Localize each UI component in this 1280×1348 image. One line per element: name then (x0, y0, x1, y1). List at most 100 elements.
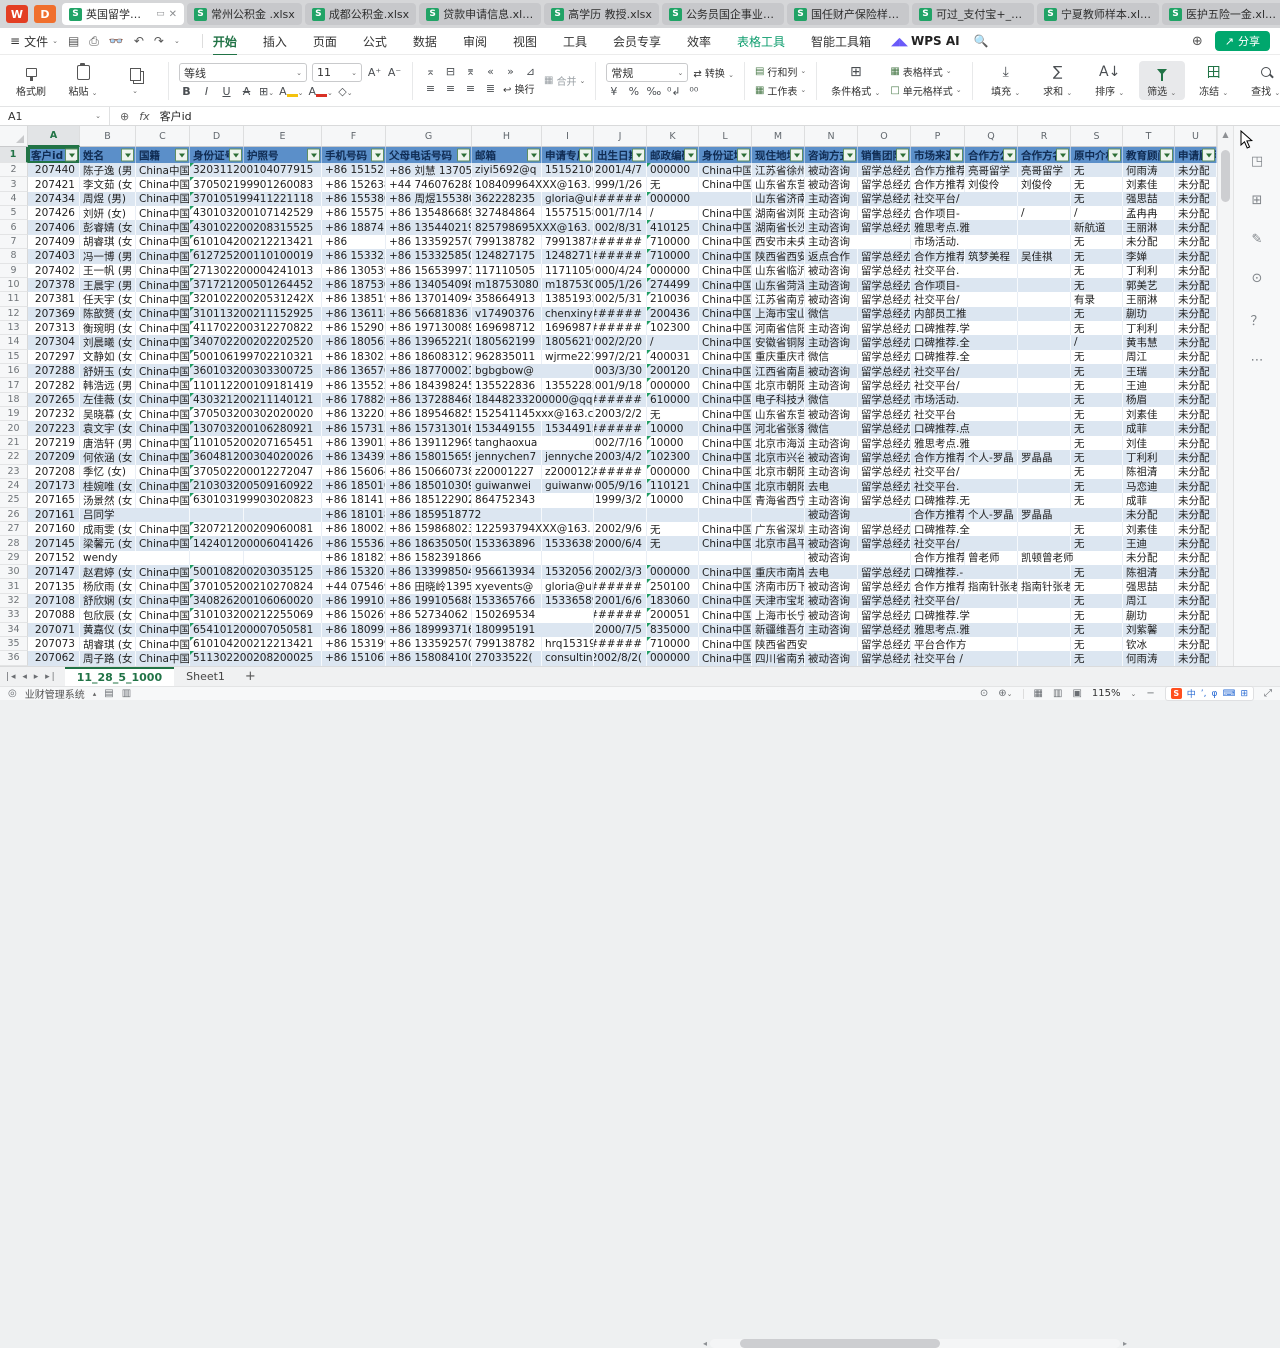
panel-grid-icon[interactable]: ⊞ (1252, 193, 1263, 208)
cell[interactable]: 无 (1071, 623, 1123, 637)
column-header-G[interactable]: G (386, 126, 472, 147)
cell[interactable]: 口碑推荐.学 (911, 321, 965, 335)
cell[interactable]: 无 (1071, 436, 1123, 450)
cell[interactable]: 153449155 (472, 421, 542, 435)
cell[interactable]: 李婵 (1123, 249, 1175, 263)
cell[interactable]: China中国 (136, 594, 190, 608)
cell[interactable]: consulting (542, 651, 594, 665)
cell[interactable]: 1999/3/2 (594, 493, 647, 507)
cell[interactable]: China中国 (699, 421, 752, 435)
cell[interactable] (965, 393, 1018, 407)
cell[interactable]: 去电 (805, 565, 858, 579)
cell[interactable]: +86 19910568 (322, 594, 386, 608)
cell[interactable]: 重庆重庆市 (752, 350, 805, 364)
cell[interactable]: 无 (1071, 350, 1123, 364)
cell[interactable]: wjrme221@ (542, 350, 594, 364)
cell[interactable] (1018, 623, 1071, 637)
cell[interactable]: 周子路 (女 (80, 651, 136, 665)
cell[interactable] (1018, 493, 1071, 507)
panel-layout-icon[interactable]: ◳ (1251, 154, 1263, 169)
cell[interactable]: 亮哥留学 (1018, 163, 1071, 177)
cell[interactable]: 留学总经办 (858, 249, 911, 263)
cell[interactable]: China中国 (136, 163, 190, 177)
cell[interactable]: +86 15320563 (322, 565, 386, 579)
cell[interactable]: China中国 (136, 264, 190, 278)
copy-button[interactable]: ⌄ (112, 63, 158, 98)
cell[interactable]: +86 1354402198 (386, 220, 472, 234)
cell[interactable] (858, 551, 911, 565)
cell[interactable]: +86 13657006 (322, 364, 386, 378)
cell[interactable]: 430102200208315525 (190, 220, 244, 234)
cell[interactable]: +86 1860831276 (386, 350, 472, 364)
cell[interactable]: 117110505 (542, 264, 594, 278)
cell[interactable]: 未分配 (1175, 493, 1217, 507)
currency-icon[interactable]: ¥ (606, 85, 621, 98)
header-cell[interactable]: 咨询方式 (805, 147, 858, 163)
cell[interactable]: 社交平台/ (911, 465, 965, 479)
cell[interactable]: 强思喆 (1123, 579, 1175, 593)
cell[interactable]: China中国 (136, 623, 190, 637)
cell[interactable]: 北京市兴谷 (752, 450, 805, 464)
row-number[interactable]: 5 (0, 206, 28, 220)
cell[interactable]: 2003/4/2 (594, 450, 647, 464)
cell[interactable] (965, 307, 1018, 321)
cell[interactable] (1018, 608, 1071, 622)
cell[interactable]: 曾老师 (965, 551, 1018, 565)
cell[interactable]: +86 13611860 (322, 307, 386, 321)
cell[interactable]: 无 (1071, 393, 1123, 407)
cell[interactable]: 刘佳 (1123, 436, 1175, 450)
cell[interactable]: 社交平台/ (911, 536, 965, 550)
cell[interactable]: China中国 (699, 249, 752, 263)
cell[interactable]: 北京市朝阳 (752, 465, 805, 479)
redo-icon[interactable]: ↷ (154, 34, 164, 48)
cell[interactable]: 黄韦慧 (1123, 335, 1175, 349)
cell[interactable]: 无 (1071, 163, 1123, 177)
cell[interactable]: 刘素佳 (1123, 522, 1175, 536)
scroll-up-icon[interactable]: ▲ (1218, 126, 1233, 139)
cell[interactable]: 丁利利 (1123, 264, 1175, 278)
sort-button[interactable]: A↓ 排序 ⌄ (1087, 61, 1133, 100)
find-button[interactable]: 查找 ⌄ (1243, 61, 1280, 100)
cell[interactable]: 天津市宝坻 (752, 594, 805, 608)
cell[interactable]: 留学总经办 (858, 421, 911, 435)
page-break-view-icon[interactable]: ▣ (1072, 688, 1081, 699)
cell[interactable]: 未分配 (1175, 278, 1217, 292)
cell[interactable]: 西安市未央 (752, 235, 805, 249)
document-tab[interactable]: S高学历 教授.xlsx (544, 3, 659, 25)
cell[interactable]: China中国 (136, 493, 190, 507)
cell[interactable]: 207223 (28, 421, 80, 435)
cell[interactable] (1018, 536, 1071, 550)
share-button[interactable]: ↗ 分享 (1215, 31, 1270, 51)
cell[interactable]: 310103200212255069 (190, 608, 244, 622)
cell[interactable]: +86 1565399710 (386, 264, 472, 278)
cell[interactable]: 胡睿琪 (女 (80, 637, 136, 651)
cell[interactable]: 指南针张老 (965, 579, 1018, 593)
cell[interactable]: +86 18753080 (322, 278, 386, 292)
menu-tab-插入[interactable]: 插入 (261, 29, 289, 54)
cell[interactable]: 无 (1071, 378, 1123, 392)
cell[interactable]: +86 18101832 (322, 508, 386, 522)
cell[interactable]: 未分配 (1175, 177, 1217, 191)
cell[interactable]: 王丽淋 (1123, 220, 1175, 234)
cell[interactable]: 任天宇 (女 (80, 292, 136, 306)
column-header-E[interactable]: E (244, 126, 322, 147)
cell[interactable] (244, 551, 322, 565)
cell[interactable]: 207062 (28, 651, 80, 665)
header-cell[interactable]: 邮箱 (472, 147, 542, 163)
column-header-Q[interactable]: Q (965, 126, 1018, 147)
row-number[interactable]: 3 (0, 177, 28, 191)
cell[interactable]: 183060 (647, 594, 699, 608)
cell[interactable]: 主动咨询 (805, 465, 858, 479)
cell[interactable]: 山东省东营 (752, 177, 805, 191)
cell[interactable]: China中国 (136, 436, 190, 450)
wrap-text-button[interactable]: ↩ 换行 (503, 81, 535, 96)
qat-caret-icon[interactable]: ⌄ (174, 37, 180, 45)
eye-protection-icon[interactable]: ⊙ (980, 688, 988, 699)
cell[interactable]: 未分配 (1123, 508, 1175, 522)
cell[interactable]: China中国 (136, 206, 190, 220)
cell[interactable]: China中国 (699, 350, 752, 364)
cell[interactable]: 山东省东营 (752, 407, 805, 421)
cell[interactable]: China中国 (136, 235, 190, 249)
cell[interactable]: 广东省深圳 (752, 522, 805, 536)
cell[interactable]: 152541145xxx@163.c (472, 407, 542, 421)
